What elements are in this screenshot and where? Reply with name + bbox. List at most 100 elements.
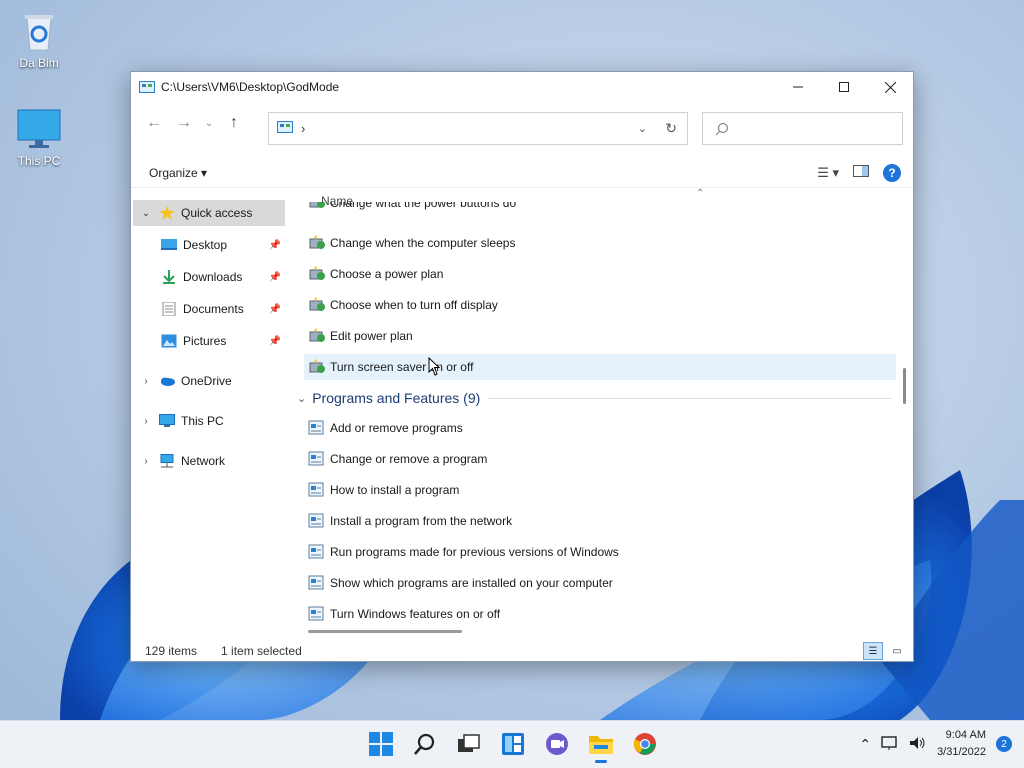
nav-item-network[interactable]: › Network	[133, 448, 285, 474]
notification-badge[interactable]: 2	[996, 736, 1012, 752]
minimize-button[interactable]	[775, 72, 821, 102]
list-item[interactable]: Add or remove programs	[304, 415, 896, 441]
start-button[interactable]	[366, 729, 396, 759]
window-title: C:\Users\VM6\Desktop\GodMode	[161, 80, 340, 94]
desktop-icon-label: Da Bim	[19, 56, 59, 70]
sort-ascending-icon: ⌃	[696, 188, 705, 199]
list-item-label: Turn screen saver on or off	[330, 360, 474, 374]
chat-button[interactable]	[542, 729, 572, 759]
large-icons-view-button[interactable]: ▭	[887, 642, 907, 660]
widgets-button[interactable]	[498, 729, 528, 759]
control-panel-icon	[277, 121, 293, 136]
command-bar: Organize ▾ ☰ ▾ ?	[131, 158, 913, 188]
recent-locations-button[interactable]: ⌄	[199, 108, 219, 138]
search-box[interactable]	[702, 112, 903, 145]
title-bar[interactable]: C:\Users\VM6\Desktop\GodMode	[131, 72, 913, 102]
desktop-icon-label: This PC	[17, 154, 61, 168]
chevron-right-icon[interactable]: ›	[139, 456, 153, 467]
list-item[interactable]: How to install a program	[304, 477, 896, 503]
list-item-label: Show which programs are installed on you…	[330, 576, 613, 590]
programs-icon	[308, 451, 326, 467]
power-options-icon	[308, 202, 326, 210]
refresh-icon[interactable]: ↻	[665, 120, 677, 137]
preview-pane-button[interactable]	[853, 165, 869, 180]
list-item-label: Turn Windows features on or off	[330, 607, 501, 621]
list-item[interactable]: Choose a power plan	[304, 261, 896, 287]
back-button[interactable]: ←	[139, 108, 169, 138]
monitor-icon	[17, 108, 61, 150]
list-item[interactable]: Run programs made for previous versions …	[304, 539, 896, 565]
list-item-label: Change what the power buttons do	[330, 202, 517, 210]
list-item[interactable]: Change when the computer sleeps	[304, 230, 896, 256]
chevron-right-icon[interactable]: ›	[139, 416, 153, 427]
chevron-down-icon[interactable]: ⌄	[297, 392, 306, 405]
chrome-icon	[633, 733, 656, 755]
forward-button[interactable]: →	[169, 108, 199, 138]
network-icon[interactable]	[881, 735, 899, 754]
up-button[interactable]: ↑	[219, 108, 249, 138]
list-item[interactable]: Edit power plan	[304, 323, 896, 349]
view-options-button[interactable]: ☰ ▾	[817, 165, 839, 181]
list-item[interactable]: Change or remove a program	[304, 446, 896, 472]
chevron-down-icon[interactable]: ⌄	[139, 208, 153, 219]
list-item-label: Change or remove a program	[330, 452, 488, 466]
nav-item-documents[interactable]: Documents 📌	[133, 296, 285, 322]
clock-date: 3/31/2022	[937, 746, 986, 758]
help-button[interactable]: ?	[883, 163, 901, 182]
preview-pane-icon	[853, 165, 869, 177]
selection-count: 1 item selected	[221, 644, 302, 658]
list-item-label: How to install a program	[330, 483, 460, 497]
list-item[interactable]: Change what the power buttons do	[304, 202, 896, 224]
nav-item-desktop[interactable]: Desktop 📌	[133, 232, 285, 258]
address-bar[interactable]: › ⌄ ↻	[268, 112, 688, 145]
nav-item-label: Desktop	[183, 238, 228, 252]
nav-item-downloads[interactable]: Downloads 📌	[133, 264, 285, 290]
vertical-scrollbar-thumb[interactable]	[903, 368, 906, 404]
chrome-taskbar-button[interactable]	[630, 729, 660, 759]
chevron-right-icon[interactable]: ›	[139, 376, 153, 387]
taskbar: ⌃ 9:04 AM 3/31/2022 2	[0, 720, 1024, 768]
list-item[interactable]: Install a program from the network	[304, 508, 896, 534]
nav-item-this-pc[interactable]: › This PC	[133, 408, 285, 434]
list-item[interactable]: Choose when to turn off display	[304, 292, 896, 318]
maximize-button[interactable]	[821, 72, 867, 102]
nav-item-pictures[interactable]: Pictures 📌	[133, 328, 285, 354]
nav-item-label: This PC	[181, 414, 224, 428]
widgets-icon	[502, 733, 524, 755]
address-dropdown-icon[interactable]: ⌄	[638, 122, 647, 135]
clock[interactable]: 9:04 AM 3/31/2022	[937, 727, 986, 761]
nav-item-onedrive[interactable]: › OneDrive	[133, 368, 285, 394]
search-icon	[715, 122, 729, 135]
programs-icon	[308, 575, 326, 591]
desktop-icon-this-pc[interactable]: This PC	[4, 108, 74, 168]
maximize-icon	[839, 82, 849, 92]
horizontal-scrollbar-thumb[interactable]	[308, 630, 462, 633]
desktop-icon-recycle-bin[interactable]: Da Bim	[4, 10, 74, 70]
nav-item-quick-access[interactable]: ⌄ Quick access	[133, 200, 285, 226]
document-icon	[161, 301, 177, 317]
group-header-programs[interactable]: ⌄ Programs and Features (9)	[297, 386, 892, 410]
close-button[interactable]	[867, 72, 913, 102]
folder-icon	[589, 736, 613, 754]
breadcrumb-chevron[interactable]: ›	[301, 121, 305, 136]
pin-icon: 📌	[268, 303, 281, 315]
volume-icon[interactable]	[909, 735, 927, 754]
organize-button[interactable]: Organize ▾	[149, 166, 207, 180]
list-item-label: Edit power plan	[330, 329, 413, 343]
list-item-label: Install a program from the network	[330, 514, 513, 528]
details-view-button[interactable]: ☰	[863, 642, 883, 660]
task-view-button[interactable]	[454, 729, 484, 759]
system-tray: ⌃ 9:04 AM 3/31/2022 2	[859, 727, 1012, 761]
list-item[interactable]: Turn Windows features on or off	[304, 601, 896, 627]
list-item[interactable]: Show which programs are installed on you…	[304, 570, 896, 596]
chat-icon	[546, 733, 568, 755]
programs-icon	[308, 606, 326, 622]
search-taskbar-button[interactable]	[410, 729, 440, 759]
cloud-icon	[159, 374, 175, 388]
chevron-up-icon[interactable]: ⌃	[859, 736, 871, 753]
list-item-selected[interactable]: Turn screen saver on or off	[304, 354, 896, 380]
file-explorer-taskbar-button[interactable]	[586, 729, 616, 763]
power-options-icon	[308, 266, 326, 282]
list-item-label: Change when the computer sleeps	[330, 236, 516, 250]
navigation-pane: ⌄ Quick access Desktop 📌 Downloads 📌 Doc…	[131, 196, 287, 636]
